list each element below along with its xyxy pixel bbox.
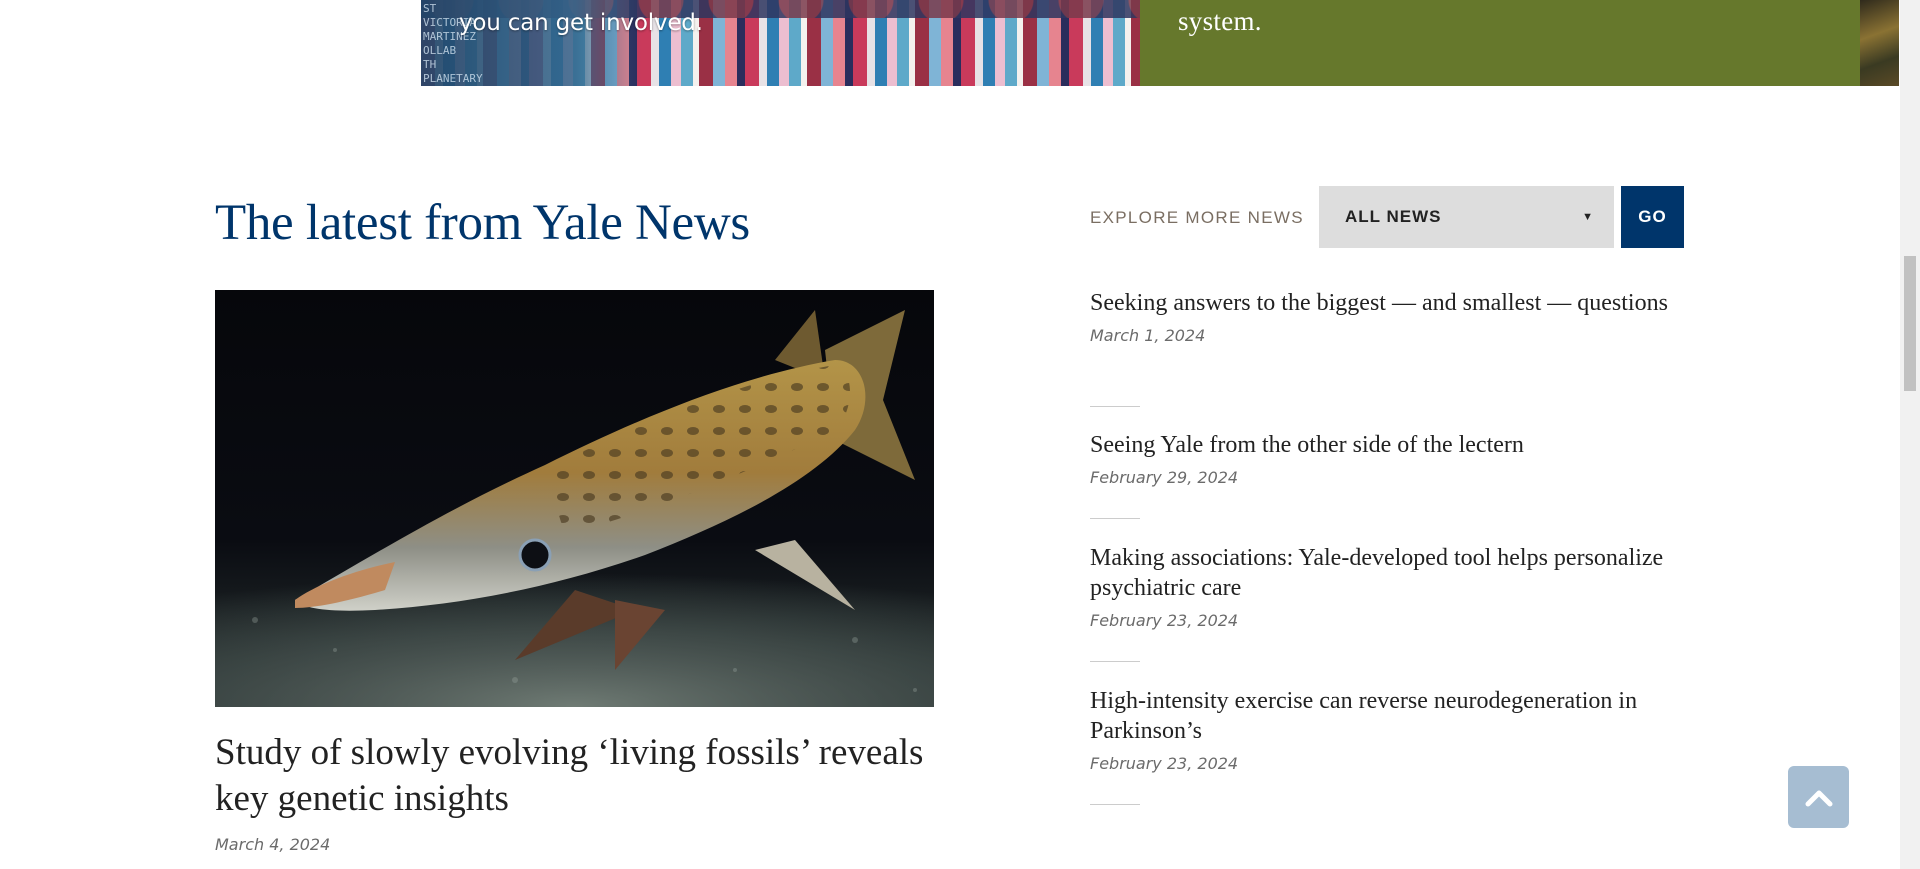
scrollbar-thumb[interactable]	[1904, 256, 1916, 391]
news-category-select[interactable]: ALL NEWS ▼	[1319, 186, 1614, 248]
banner-next-image[interactable]	[1860, 0, 1899, 86]
news-list-item: Making associations: Yale-developed tool…	[1090, 543, 1690, 662]
news-list-item: Seeking answers to the biggest — and sma…	[1090, 288, 1690, 407]
dropdown-caret-icon: ▼	[1582, 211, 1594, 223]
section-title: The latest from Yale News	[215, 195, 750, 251]
news-item-date: February 23, 2024	[1090, 754, 1239, 773]
news-divider	[1090, 406, 1140, 407]
explore-more-news-label: EXPLORE MORE NEWS	[1090, 208, 1304, 227]
banner-right-caption[interactable]: system.	[1178, 6, 1262, 37]
featured-story-headline[interactable]: Study of slowly evolving ‘living fossils…	[215, 730, 935, 822]
news-list-item: Seeing Yale from the other side of the l…	[1090, 430, 1690, 519]
news-item-date: February 23, 2024	[1090, 611, 1239, 630]
news-item-date: February 29, 2024	[1090, 468, 1239, 487]
go-button[interactable]: GO	[1621, 186, 1684, 248]
news-item-date: March 1, 2024	[1090, 326, 1206, 345]
banner-mural-image[interactable]: ST VICTORIA MARTINEZ OLLAB TH PLANETARY …	[421, 0, 1140, 86]
chevron-up-icon	[1805, 790, 1832, 807]
promo-banner: ST VICTORIA MARTINEZ OLLAB TH PLANETARY …	[421, 0, 1899, 86]
news-item-title[interactable]: Seeing Yale from the other side of the l…	[1090, 430, 1690, 460]
news-item-title[interactable]: Seeking answers to the biggest — and sma…	[1090, 288, 1690, 318]
news-list-item: High-intensity exercise can reverse neur…	[1090, 686, 1690, 805]
fish-photo-icon	[215, 310, 934, 707]
back-to-top-button[interactable]	[1788, 766, 1849, 828]
news-item-title[interactable]: Making associations: Yale-developed tool…	[1090, 543, 1690, 603]
news-divider	[1090, 518, 1140, 519]
featured-story-date: March 4, 2024	[215, 835, 331, 854]
news-divider	[1090, 661, 1140, 662]
news-item-title[interactable]: High-intensity exercise can reverse neur…	[1090, 686, 1690, 746]
page-scrollbar[interactable]	[1900, 0, 1920, 869]
news-category-selected-value: ALL NEWS	[1345, 207, 1442, 226]
banner-green-panel[interactable]: system.	[1140, 0, 1860, 86]
news-divider	[1090, 804, 1140, 805]
banner-left-caption[interactable]: you can get involved.	[459, 10, 703, 36]
featured-story-image[interactable]	[215, 290, 934, 707]
